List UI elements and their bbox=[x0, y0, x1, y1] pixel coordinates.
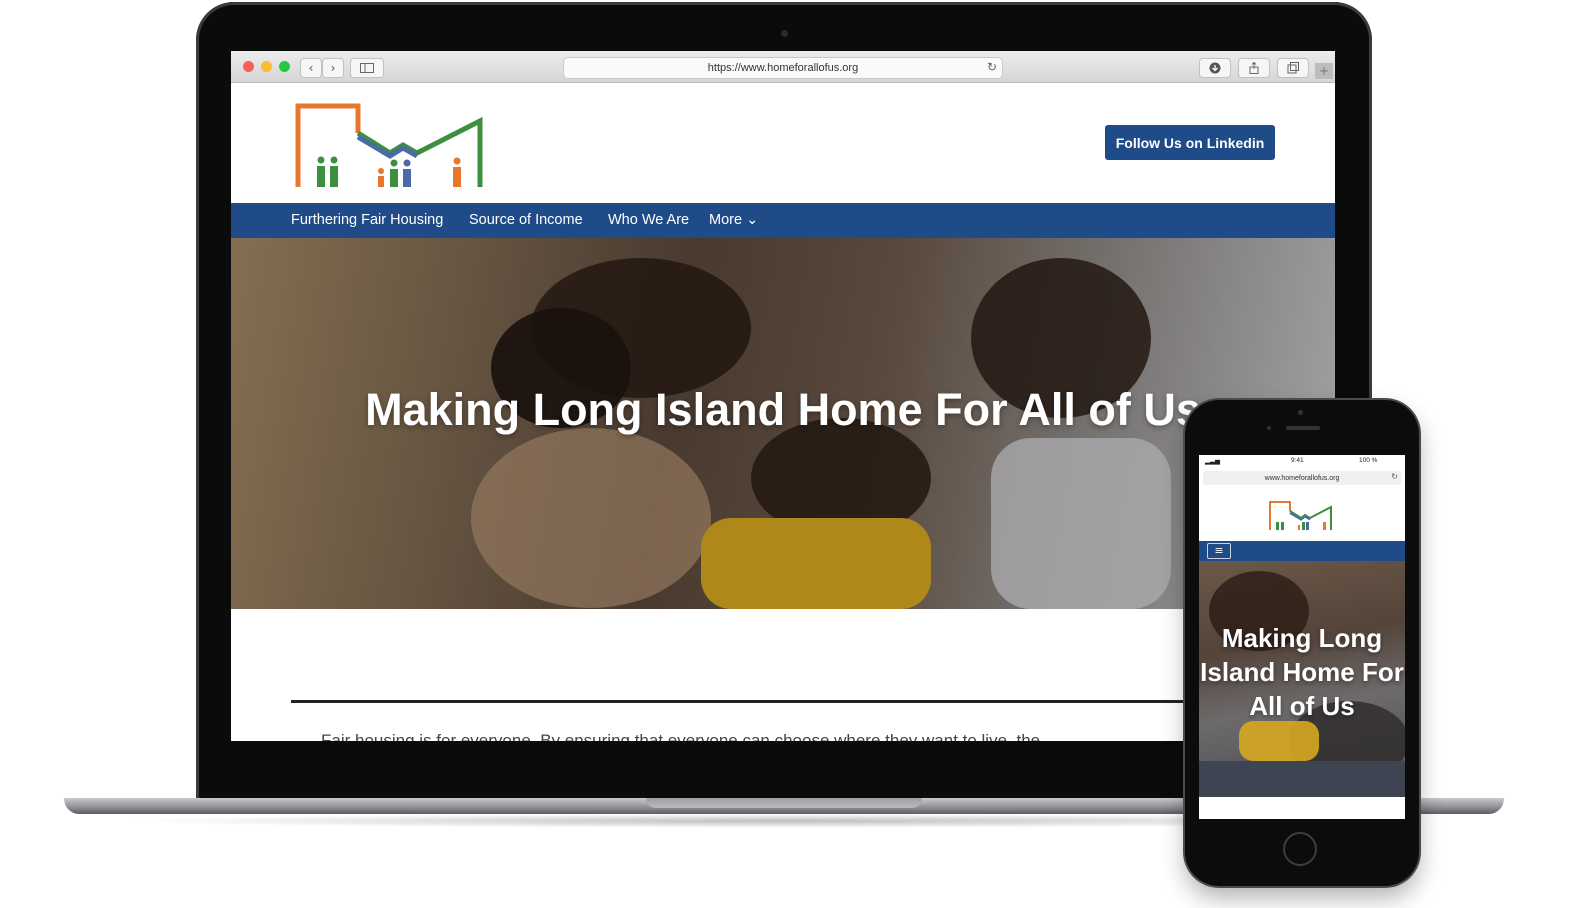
share-button[interactable] bbox=[1238, 58, 1270, 78]
hamburger-menu-button[interactable]: ≡ bbox=[1207, 543, 1231, 559]
phone-nav: ≡ bbox=[1199, 541, 1405, 561]
phone-home-button[interactable] bbox=[1283, 832, 1317, 866]
new-tab-button[interactable]: + bbox=[1315, 63, 1333, 79]
phone-hero-title: Making Long Island Home For All of Us bbox=[1200, 623, 1404, 721]
laptop-screen: ‹ › https://www.homeforallofus.org ↻ + F… bbox=[231, 51, 1335, 741]
address-bar[interactable]: https://www.homeforallofus.org ↻ bbox=[563, 57, 1003, 79]
main-nav: Furthering Fair Housing Source of Income… bbox=[231, 203, 1335, 238]
follow-linkedin-button[interactable]: Follow Us on Linkedin bbox=[1105, 125, 1275, 160]
share-icon bbox=[1249, 62, 1259, 74]
sidebar-icon bbox=[360, 63, 374, 73]
phone-status-bar: ▂▃▅ 9:41 100 % bbox=[1199, 455, 1405, 467]
minimize-window-button[interactable] bbox=[261, 61, 272, 72]
phone-sensor bbox=[1267, 426, 1271, 430]
forward-button[interactable]: › bbox=[322, 58, 344, 78]
phone-address-bar[interactable]: www.homeforallofus.org ↻ bbox=[1203, 471, 1401, 485]
browser-toolbar: ‹ › https://www.homeforallofus.org ↻ + bbox=[231, 51, 1335, 83]
signal-icon: ▂▃▅ bbox=[1205, 458, 1220, 465]
plus-icon: + bbox=[1318, 64, 1330, 78]
phone-speaker bbox=[1286, 426, 1320, 430]
home-for-all-of-us-logo[interactable] bbox=[295, 103, 485, 191]
tabs-icon bbox=[1287, 62, 1299, 74]
close-window-button[interactable] bbox=[243, 61, 254, 72]
phone-screen: ▂▃▅ 9:41 100 % www.homeforallofus.org ↻ … bbox=[1199, 455, 1405, 819]
nav-item-source-of-income[interactable]: Source of Income bbox=[469, 212, 583, 228]
url-text: https://www.homeforallofus.org bbox=[707, 62, 859, 74]
maximize-window-button[interactable] bbox=[279, 61, 290, 72]
site-header: Follow Us on Linkedin bbox=[231, 83, 1335, 203]
intro-text: Fair housing is for everyone. By ensurin… bbox=[321, 731, 1041, 741]
laptop-notch bbox=[646, 798, 922, 808]
phone-url-text: www.homeforallofus.org bbox=[1264, 474, 1340, 482]
hero-title: Making Long Island Home For All of Us bbox=[365, 384, 1201, 435]
download-button[interactable] bbox=[1199, 58, 1231, 78]
nav-item-who-we-are[interactable]: Who We Are bbox=[608, 212, 689, 228]
chevron-left-icon: ‹ bbox=[308, 61, 314, 75]
home-for-all-of-us-logo[interactable] bbox=[1269, 501, 1333, 531]
section-divider bbox=[291, 700, 1335, 703]
sidebar-button[interactable] bbox=[350, 58, 384, 78]
chevron-right-icon: › bbox=[330, 61, 336, 75]
back-button[interactable]: ‹ bbox=[300, 58, 322, 78]
reload-icon[interactable]: ↻ bbox=[987, 60, 997, 74]
status-time: 9:41 bbox=[1291, 457, 1304, 464]
battery-status: 100 % bbox=[1359, 457, 1378, 464]
phone-hero-banner: Making Long Island Home For All of Us bbox=[1199, 561, 1405, 797]
reload-icon[interactable]: ↻ bbox=[1391, 472, 1398, 481]
tabs-button[interactable] bbox=[1277, 58, 1309, 78]
laptop-camera bbox=[781, 30, 788, 37]
phone-camera bbox=[1298, 410, 1303, 415]
nav-item-more[interactable]: More ⌄ bbox=[709, 212, 758, 228]
nav-item-furthering-fair-housing[interactable]: Furthering Fair Housing bbox=[291, 212, 443, 228]
hero-banner: Making Long Island Home For All of Us bbox=[231, 238, 1335, 609]
menu-icon: ≡ bbox=[1214, 544, 1224, 557]
download-icon bbox=[1209, 62, 1221, 74]
